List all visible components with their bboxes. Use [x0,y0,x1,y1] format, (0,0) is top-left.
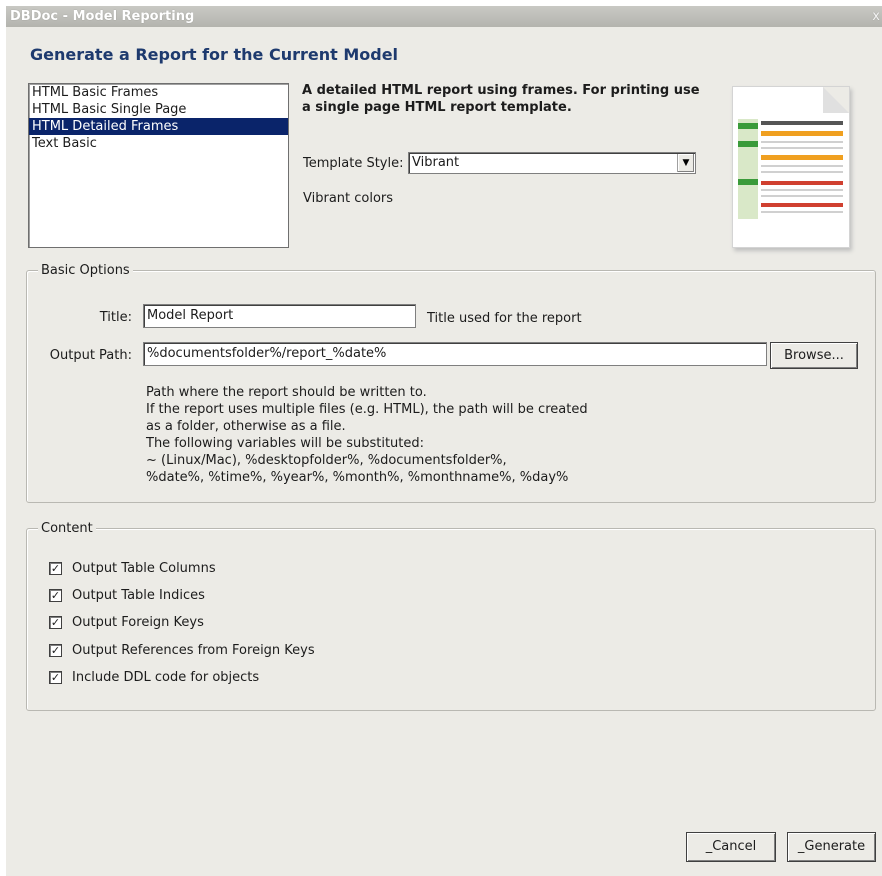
basic-options-legend: Basic Options [38,263,133,278]
chevron-down-icon[interactable]: ▼ [677,154,694,172]
help-line: Path where the report should be written … [146,385,427,400]
template-style-select[interactable]: Vibrant ▼ [408,152,696,174]
template-description: A detailed HTML report using frames. For… [302,83,700,115]
cancel-button[interactable]: _Cancel [686,832,776,862]
checkbox[interactable]: ✓ [49,644,62,657]
title-input[interactable]: Model Report [143,304,416,328]
template-list-item[interactable]: Text Basic [29,135,288,152]
help-line: If the report uses multiple files (e.g. … [146,402,588,417]
template-list-item[interactable]: HTML Basic Single Page [29,101,288,118]
option-label: Output References from Foreign Keys [72,643,315,658]
template-list-item[interactable]: HTML Basic Frames [29,84,288,101]
option-label: Output Table Columns [72,561,216,576]
generate-button[interactable]: _Generate [787,832,876,862]
checkbox[interactable]: ✓ [49,616,62,629]
page-title: Generate a Report for the Current Model [30,45,399,64]
title-label: Title: [99,310,132,325]
model-reporting-window: DBDoc - Model Reporting x Generate a Rep… [6,6,882,876]
window-title: DBDoc - Model Reporting [10,9,195,24]
help-line: ~ (Linux/Mac), %desktopfolder%, %documen… [146,453,507,468]
help-line: %date%, %time%, %year%, %month%, %monthn… [146,470,569,485]
close-icon[interactable]: x [872,6,880,27]
browse-button[interactable]: Browse... [770,342,858,369]
option-label: Output Table Indices [72,588,205,603]
output-path-help: Path where the report should be written … [146,384,588,486]
template-style-value: Vibrant [412,155,460,170]
title-bar[interactable]: DBDoc - Model Reporting x [6,6,882,27]
option-label: Include DDL code for objects [72,670,260,685]
output-path-input[interactable]: %documentsfolder%/report_%date% [143,342,767,366]
checkbox[interactable]: ✓ [49,562,62,575]
content-legend: Content [38,521,96,536]
template-list-item-selected[interactable]: HTML Detailed Frames [29,118,288,135]
title-hint: Title used for the report [427,311,582,326]
checkbox[interactable]: ✓ [49,671,62,684]
report-preview-icon [732,86,850,248]
template-style-note: Vibrant colors [303,191,394,206]
template-list[interactable]: HTML Basic Frames HTML Basic Single Page… [28,83,289,248]
checkbox[interactable]: ✓ [49,589,62,602]
help-line: The following variables will be substitu… [146,436,425,451]
output-path-label: Output Path: [49,348,132,363]
option-label: Output Foreign Keys [72,615,204,630]
help-line: as a folder, otherwise as a file. [146,419,346,434]
template-style-label: Template Style: [303,156,404,171]
